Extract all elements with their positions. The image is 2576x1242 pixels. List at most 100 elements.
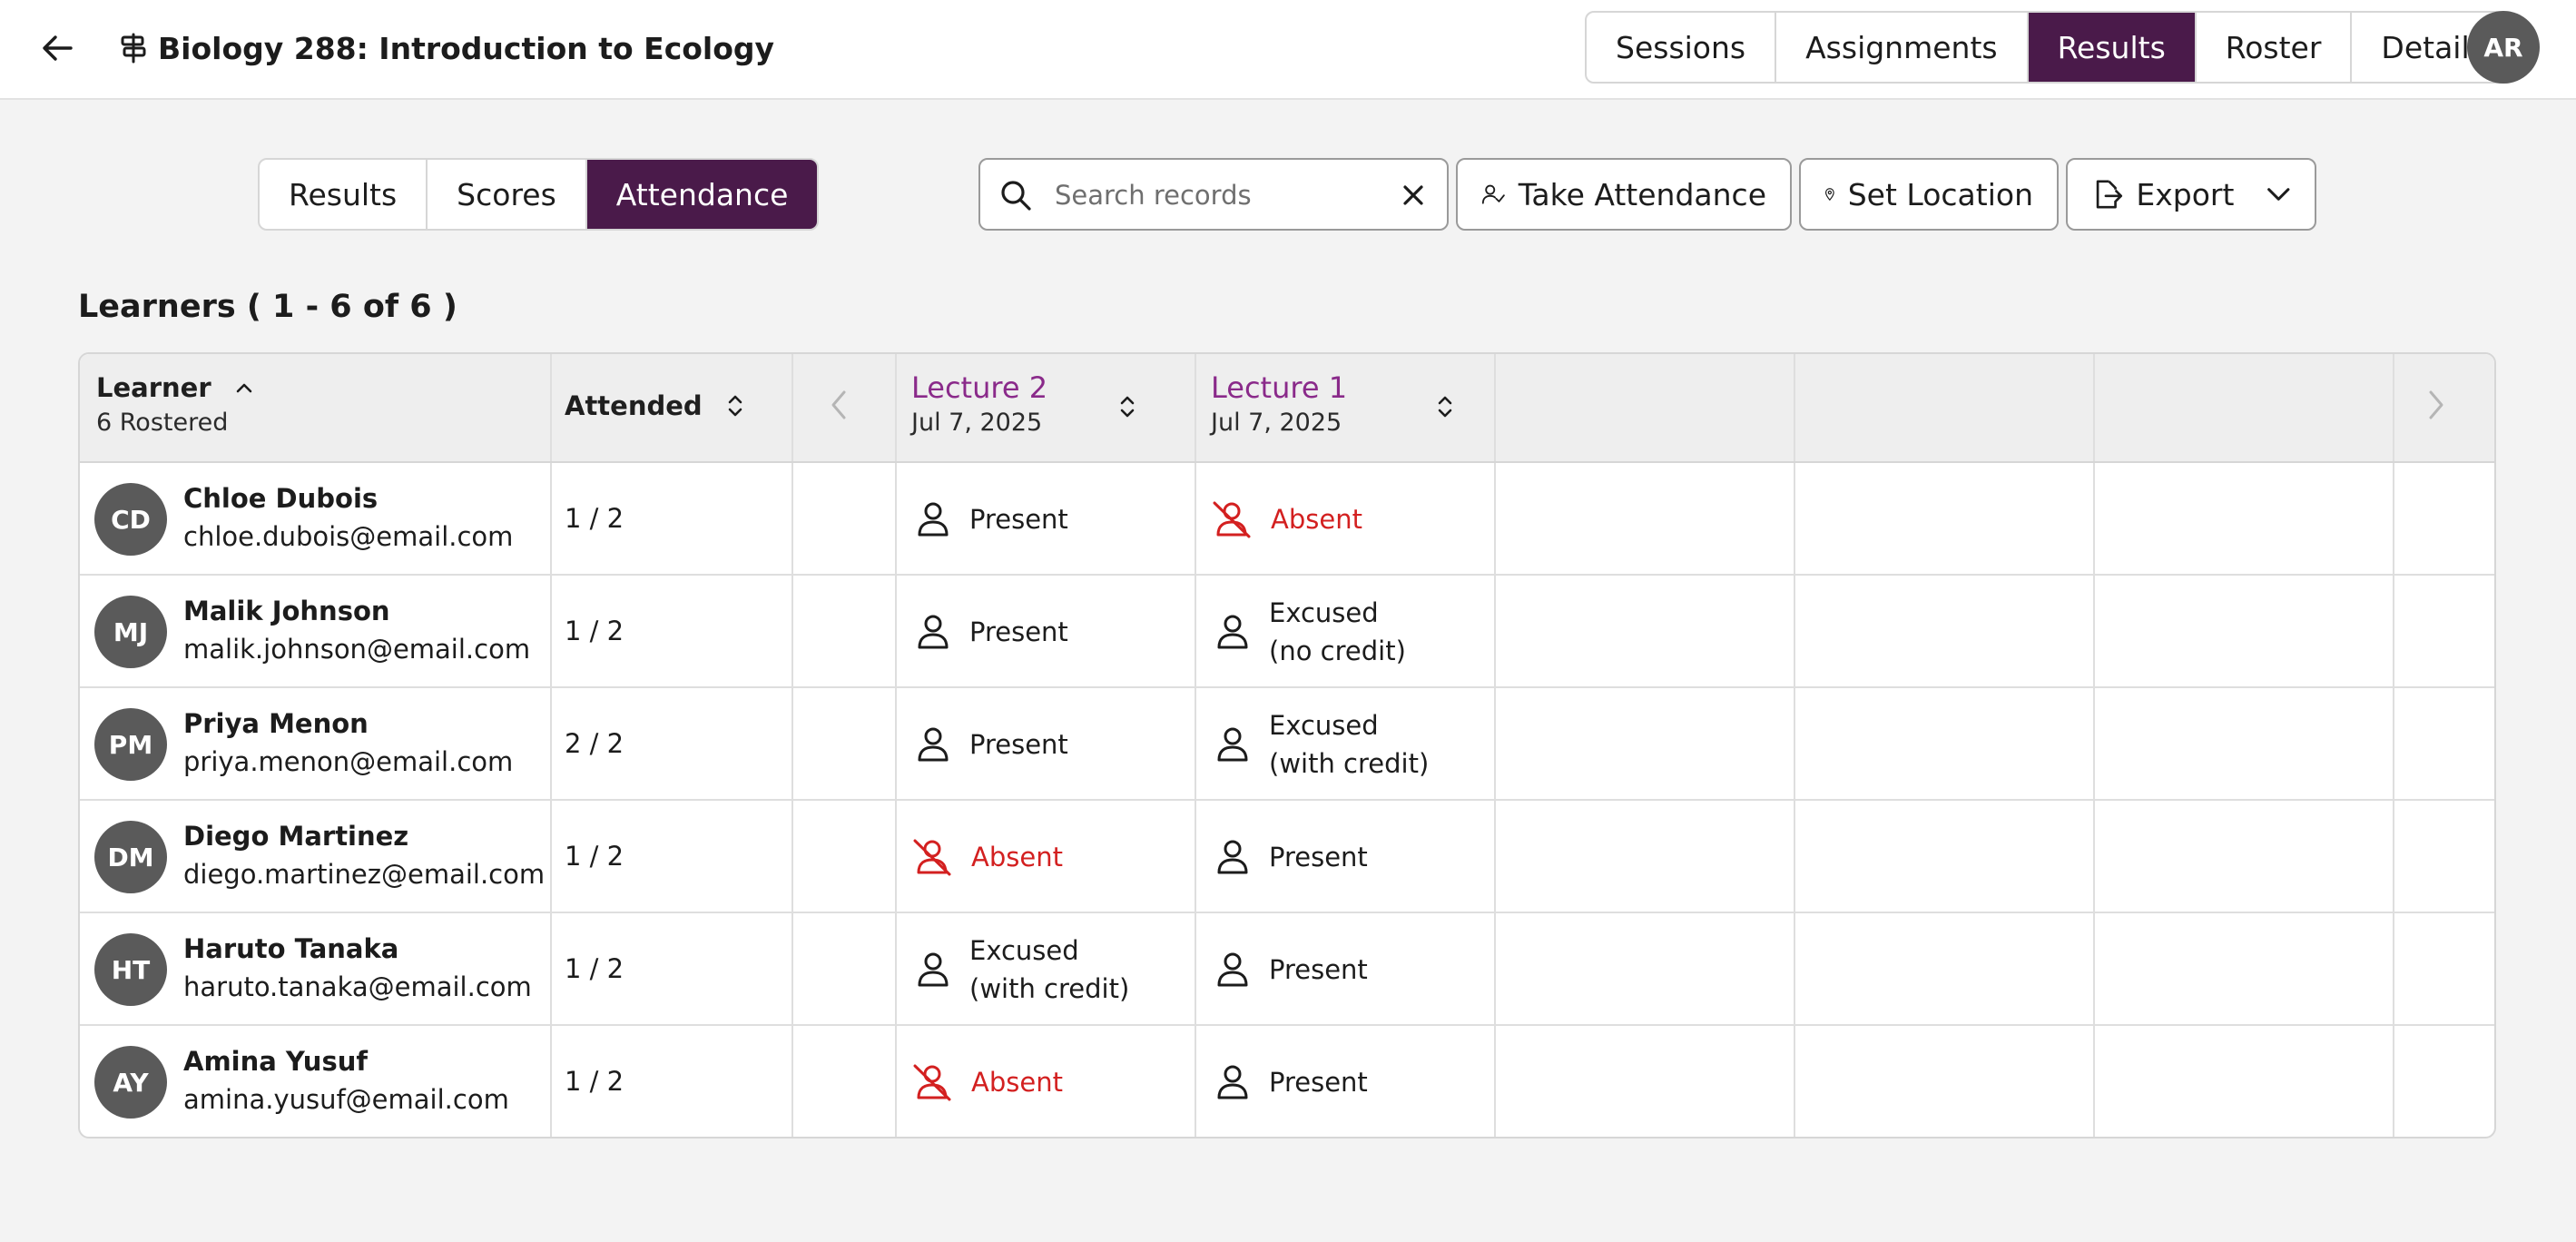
attendance-table: Learner 6 Rostered Attended Lecture 2 Ju… [78, 352, 2496, 1138]
learner-avatar: DM [94, 821, 167, 893]
learner-name[interactable]: Amina Yusuf [183, 1046, 368, 1077]
learner-avatar: MJ [94, 596, 167, 668]
attendance-status-text: Present [969, 729, 1068, 760]
learner-name[interactable]: Haruto Tanaka [183, 933, 398, 964]
attendance-status-text: Absent [1271, 504, 1362, 535]
session-header-lecture-1[interactable]: Lecture 1 Jul 7, 2025 [1211, 370, 1347, 437]
export-button[interactable]: Export [2066, 158, 2316, 231]
column-divider [2393, 354, 2394, 461]
learner-name[interactable]: Priya Menon [183, 708, 369, 739]
table-row: HT Haruto Tanaka haruto.tanaka@email.com 1 … [80, 913, 2494, 1026]
session-date: Jul 7, 2025 [911, 409, 1043, 437]
back-button[interactable] [34, 25, 80, 71]
subtab-attendance[interactable]: Attendance [586, 160, 818, 229]
attended-column-header[interactable]: Attended [565, 390, 744, 421]
attendance-status-cell[interactable]: Present [915, 576, 1068, 688]
attendance-status-text: Present [1269, 842, 1368, 872]
attendance-status-cell[interactable]: Present [915, 463, 1068, 576]
main-nav: Sessions Assignments Results Roster Deta… [1585, 11, 2516, 84]
attended-count: 2 / 2 [565, 728, 624, 759]
person-icon [1217, 615, 1248, 649]
attendance-status-text: Excused (with credit) [1269, 710, 1430, 779]
attendance-status-cell[interactable]: Excused (with credit) [1214, 688, 1429, 801]
tab-sessions[interactable]: Sessions [1587, 13, 1777, 82]
learner-header-label: Learner [96, 372, 211, 403]
column-divider [791, 354, 793, 461]
table-row: PM Priya Menon priya.menon@email.com 2 / 2 P… [80, 688, 2494, 801]
attendance-status-cell[interactable]: Present [915, 688, 1068, 801]
signpost-icon [121, 33, 146, 64]
learner-email: diego.martinez@email.com [183, 859, 546, 890]
attendance-status-cell[interactable]: Excused (no credit) [1214, 576, 1406, 688]
person-icon [1217, 727, 1248, 762]
search-input[interactable] [1055, 172, 1363, 218]
attendance-status-cell[interactable]: Absent [911, 1026, 1063, 1137]
learner-name[interactable]: Chloe Dubois [183, 483, 378, 514]
chevron-right-icon[interactable] [2425, 387, 2447, 423]
person-icon [1217, 1065, 1248, 1099]
attendance-status-cell[interactable]: Present [1214, 913, 1368, 1026]
sort-icon[interactable] [1118, 394, 1136, 419]
person-icon [1217, 840, 1248, 874]
learner-email: chloe.dubois@email.com [183, 521, 514, 552]
top-bar: Biology 288: Introduction to Ecology Ses… [0, 0, 2576, 100]
learner-column-header[interactable]: Learner 6 Rostered [96, 372, 253, 437]
export-icon [2096, 180, 2123, 209]
user-avatar[interactable]: AR [2467, 11, 2540, 84]
learner-name[interactable]: Diego Martinez [183, 821, 408, 852]
tab-assignments[interactable]: Assignments [1776, 13, 2029, 82]
arrow-left-icon [43, 35, 73, 61]
person-slash-icon [913, 1064, 951, 1101]
column-divider [2093, 354, 2095, 461]
learner-email: amina.yusuf@email.com [183, 1084, 509, 1115]
subtab-scores[interactable]: Scores [428, 160, 587, 229]
sort-ascending-icon[interactable] [235, 381, 253, 394]
column-divider [895, 354, 897, 461]
learner-avatar: PM [94, 708, 167, 781]
attendance-status-cell[interactable]: Present [1214, 801, 1368, 913]
course-title: Biology 288: Introduction to Ecology [120, 25, 774, 71]
sort-icon[interactable] [1436, 394, 1454, 419]
person-icon [918, 615, 949, 649]
attendance-status-cell[interactable]: Absent [911, 801, 1063, 913]
subtab-results[interactable]: Results [260, 160, 428, 229]
close-icon[interactable] [1394, 176, 1432, 214]
export-label: Export [2136, 176, 2235, 212]
session-name[interactable]: Lecture 1 [1211, 370, 1347, 405]
user-check-icon [1481, 184, 1505, 204]
person-slash-icon [1213, 501, 1251, 538]
tab-results[interactable]: Results [2028, 13, 2197, 82]
learner-avatar: CD [94, 483, 167, 556]
learners-heading: Learners ( 1 - 6 of 6 ) [78, 289, 457, 325]
attended-count: 1 / 2 [565, 1066, 624, 1097]
attendance-status-text: Present [1269, 954, 1368, 985]
chevron-down-icon[interactable] [2266, 185, 2291, 203]
attendance-status-text: Excused (with credit) [969, 935, 1130, 1004]
tab-roster[interactable]: Roster [2197, 13, 2353, 82]
rostered-count: 6 Rostered [96, 409, 229, 437]
chevron-left-icon[interactable] [828, 387, 850, 423]
attended-count: 1 / 2 [565, 503, 624, 534]
attendance-status-cell[interactable]: Excused (with credit) [915, 913, 1129, 1026]
take-attendance-label: Take Attendance [1518, 176, 1766, 212]
table-row: CD Chloe Dubois chloe.dubois@email.com 1 / … [80, 463, 2494, 576]
session-date: Jul 7, 2025 [1211, 409, 1342, 437]
attended-header-label: Attended [565, 390, 703, 421]
table-header: Learner 6 Rostered Attended Lecture 2 Ju… [80, 354, 2494, 463]
course-title-text: Biology 288: Introduction to Ecology [158, 30, 775, 66]
sort-icon[interactable] [726, 393, 744, 419]
search-icon [1001, 181, 1031, 211]
set-location-button[interactable]: Set Location [1799, 158, 2059, 231]
learner-name[interactable]: Malik Johnson [183, 596, 390, 626]
attendance-status-text: Present [969, 504, 1068, 535]
person-icon [918, 952, 949, 987]
learner-email: malik.johnson@email.com [183, 634, 531, 665]
learner-email: haruto.tanaka@email.com [183, 971, 532, 1002]
attendance-status-cell[interactable]: Present [1214, 1026, 1368, 1137]
take-attendance-button[interactable]: Take Attendance [1456, 158, 1792, 231]
attendance-status-cell[interactable]: Absent [1211, 463, 1362, 576]
map-pin-icon [1824, 188, 1834, 201]
session-name[interactable]: Lecture 2 [911, 370, 1047, 405]
session-header-lecture-2[interactable]: Lecture 2 Jul 7, 2025 [911, 370, 1047, 437]
attendance-status-text: Absent [971, 1067, 1063, 1098]
